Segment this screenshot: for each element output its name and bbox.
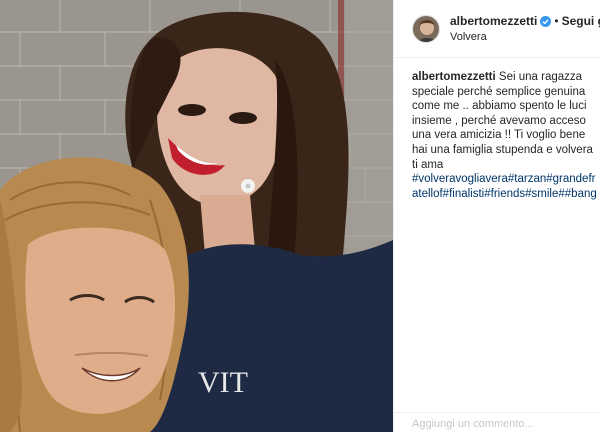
separator-dot: • bbox=[554, 14, 559, 28]
shirt-text: VIT bbox=[198, 366, 248, 399]
instagram-post: VIT albertomezzetti • Segui Volvera albe… bbox=[0, 0, 600, 432]
avatar[interactable] bbox=[412, 15, 440, 43]
username-link[interactable]: albertomezzetti bbox=[450, 14, 537, 28]
location-link[interactable]: Volvera bbox=[450, 31, 487, 43]
comment-input[interactable]: Aggiungi un commento... bbox=[412, 418, 534, 430]
post-photo[interactable]: VIT bbox=[0, 0, 393, 432]
selfie-image: VIT bbox=[0, 0, 393, 432]
comment-area: Aggiungi un commento... bbox=[394, 412, 600, 432]
caption-username[interactable]: albertomezzetti bbox=[412, 71, 496, 83]
avatar-image bbox=[413, 16, 439, 42]
caption-text: Sei una ragazza speciale perché semplice… bbox=[412, 71, 593, 171]
following-button[interactable]: Segui già bbox=[562, 14, 600, 28]
post-caption: albertomezzetti Sei una ragazza speciale… bbox=[412, 70, 600, 201]
verified-badge-icon bbox=[540, 16, 552, 27]
post-header: albertomezzetti •Segui già Volvera bbox=[394, 0, 600, 58]
post-side-panel: albertomezzetti •Segui già Volvera albert… bbox=[393, 0, 600, 432]
caption-hashtags[interactable]: #volveravogliavera#tarzan#grandefratello… bbox=[412, 172, 600, 201]
user-line: albertomezzetti •Segui già bbox=[450, 13, 600, 29]
